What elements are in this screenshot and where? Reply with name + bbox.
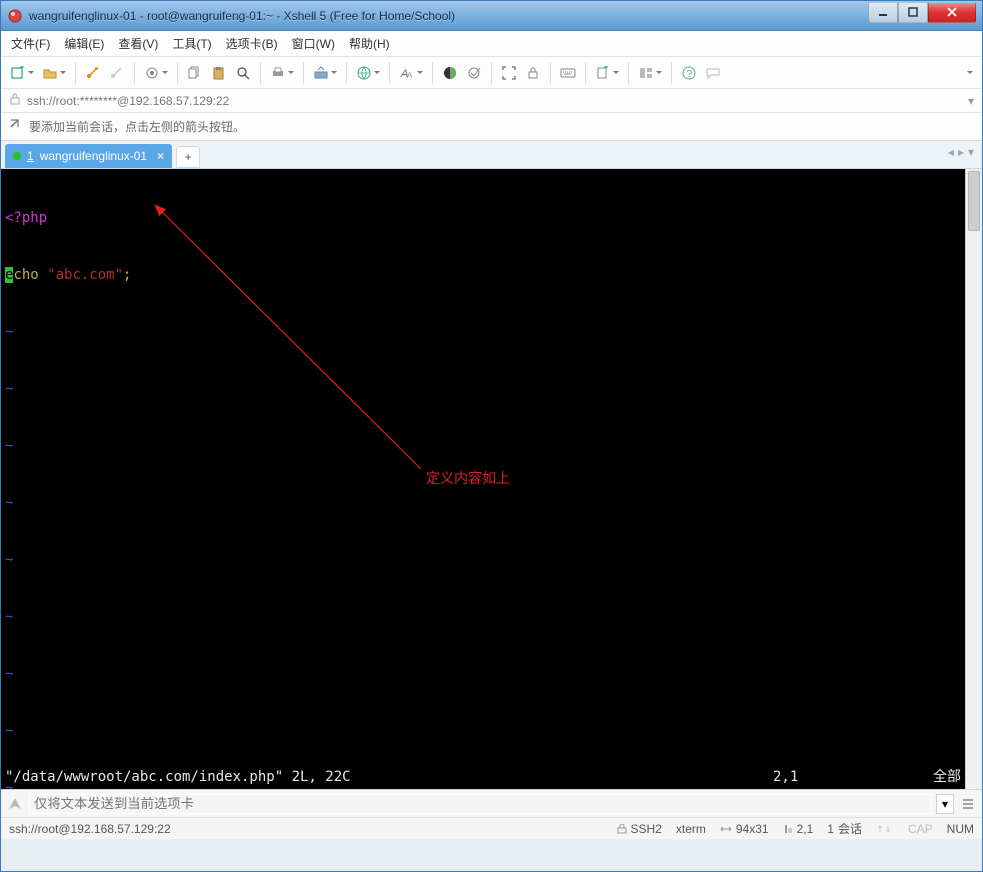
address-text[interactable]: ssh://root:********@192.168.57.129:22 xyxy=(27,94,962,108)
color-scheme-button[interactable] xyxy=(439,62,461,84)
status-ssh: SSH2 xyxy=(617,822,662,836)
new-session-button[interactable] xyxy=(7,62,37,84)
term-semi: ; xyxy=(123,267,131,283)
menu-tools[interactable]: 工具(T) xyxy=(172,35,211,52)
term-string: "abc.com" xyxy=(47,267,123,283)
fullscreen-button[interactable] xyxy=(498,62,520,84)
print-button[interactable] xyxy=(267,62,297,84)
new-tab-button[interactable]: + xyxy=(176,146,200,168)
tab-index: 1 xyxy=(27,149,34,163)
tab-next[interactable]: ▸ xyxy=(958,145,964,159)
status-cap: CAP xyxy=(908,822,933,836)
tab-nav: ◂ ▸ ▾ xyxy=(948,145,974,159)
window-title: wangruifenglinux-01 - root@wangruifeng-0… xyxy=(29,9,455,23)
status-term: xterm xyxy=(676,822,706,836)
vim-cursor-pos: 2,1 xyxy=(773,768,933,787)
term-php-tag: <?php xyxy=(5,210,47,226)
annotation-text: 定义内容如上 xyxy=(426,469,510,488)
menu-tabs[interactable]: 选项卡(B) xyxy=(226,35,278,52)
status-size: 94x31 xyxy=(720,822,769,836)
feedback-button[interactable] xyxy=(702,62,724,84)
term-tilde: ~ xyxy=(5,494,961,513)
menu-help[interactable]: 帮助(H) xyxy=(349,35,390,52)
hint-arrow-icon[interactable] xyxy=(9,118,23,135)
menu-window[interactable]: 窗口(W) xyxy=(292,35,335,52)
address-bar: ssh://root:********@192.168.57.129:22 ▾ xyxy=(1,89,982,113)
terminal-scrollbar[interactable] xyxy=(965,169,982,789)
status-num: NUM xyxy=(947,822,974,836)
paste-button[interactable] xyxy=(208,62,230,84)
highlight-button[interactable] xyxy=(463,62,485,84)
compose-menu-button[interactable] xyxy=(958,794,978,814)
properties-button[interactable] xyxy=(141,62,171,84)
term-tilde: ~ xyxy=(5,608,961,627)
lock-icon xyxy=(9,93,21,108)
svg-text:?: ? xyxy=(687,69,693,80)
menu-view[interactable]: 查看(V) xyxy=(118,35,158,52)
hint-bar: 要添加当前会话，点击左侧的箭头按钮。 xyxy=(1,113,982,141)
menu-file[interactable]: 文件(F) xyxy=(11,35,50,52)
tab-close-button[interactable]: × xyxy=(157,149,164,163)
term-tilde: ~ xyxy=(5,722,961,741)
term-tilde: ~ xyxy=(5,323,961,342)
cursor-pos-icon xyxy=(783,824,793,834)
vim-scroll-all: 全部 xyxy=(933,768,961,787)
lock-icon xyxy=(617,824,627,834)
terminal-container: <?php echo "abc.com"; ~ ~ ~ ~ ~ ~ ~ ~ ~ … xyxy=(1,169,982,789)
copy-button[interactable] xyxy=(184,62,206,84)
font-button[interactable]: AA xyxy=(396,62,426,84)
terminal[interactable]: <?php echo "abc.com"; ~ ~ ~ ~ ~ ~ ~ ~ ~ … xyxy=(1,169,965,789)
script-button[interactable] xyxy=(592,62,622,84)
toolbar-overflow[interactable] xyxy=(946,62,976,84)
svg-text:A: A xyxy=(407,71,413,80)
resize-icon xyxy=(720,824,732,834)
tab-prev[interactable]: ◂ xyxy=(948,145,954,159)
term-tilde: ~ xyxy=(5,437,961,456)
menu-bar: 文件(F) 编辑(E) 查看(V) 工具(T) 选项卡(B) 窗口(W) 帮助(… xyxy=(1,31,982,57)
app-icon xyxy=(7,8,23,24)
vim-file-info: "/data/wwwroot/abc.com/index.php" 2L, 22… xyxy=(5,768,351,787)
toolbar: AA ? xyxy=(1,57,982,89)
hint-text: 要添加当前会话，点击左侧的箭头按钮。 xyxy=(29,118,245,135)
address-dropdown[interactable]: ▾ xyxy=(968,94,974,108)
minimize-button[interactable] xyxy=(868,3,898,23)
term-tilde: ~ xyxy=(5,665,961,684)
tab-strip: 1 wangruifenglinux-01 × + ◂ ▸ ▾ xyxy=(1,141,982,169)
tab-label: wangruifenglinux-01 xyxy=(40,149,147,163)
language-button[interactable] xyxy=(353,62,383,84)
disconnect-button[interactable] xyxy=(106,62,128,84)
menu-edit[interactable]: 编辑(E) xyxy=(64,35,104,52)
term-tilde: ~ xyxy=(5,551,961,570)
compose-input[interactable] xyxy=(29,794,932,814)
send-icon[interactable] xyxy=(5,794,25,814)
window-titlebar: wangruifenglinux-01 - root@wangruifeng-0… xyxy=(1,1,982,31)
compose-target-dropdown[interactable]: ▾ xyxy=(936,794,954,814)
scrollbar-thumb[interactable] xyxy=(968,171,980,231)
status-bar: ssh://root@192.168.57.129:22 SSH2 xterm … xyxy=(1,817,982,839)
status-updown-icon xyxy=(876,824,894,834)
tab-list[interactable]: ▾ xyxy=(968,145,974,159)
term-echo: cho xyxy=(13,267,47,283)
vim-status-line: "/data/wwwroot/abc.com/index.php" 2L, 22… xyxy=(5,768,961,787)
lock-button[interactable] xyxy=(522,62,544,84)
close-button[interactable] xyxy=(928,3,976,23)
keyboard-button[interactable] xyxy=(557,62,579,84)
find-button[interactable] xyxy=(232,62,254,84)
reconnect-button[interactable] xyxy=(82,62,104,84)
connected-dot-icon xyxy=(13,152,21,160)
transfer-button[interactable] xyxy=(310,62,340,84)
help-button[interactable]: ? xyxy=(678,62,700,84)
layout-button[interactable] xyxy=(635,62,665,84)
compose-bar: ▾ xyxy=(1,789,982,817)
open-button[interactable] xyxy=(39,62,69,84)
status-cursor: 2,1 xyxy=(783,822,814,836)
maximize-button[interactable] xyxy=(898,3,928,23)
status-connection: ssh://root@192.168.57.129:22 xyxy=(9,822,171,836)
session-tab[interactable]: 1 wangruifenglinux-01 × xyxy=(5,144,172,168)
status-sessions: 1 会话 xyxy=(827,820,862,837)
term-tilde: ~ xyxy=(5,380,961,399)
